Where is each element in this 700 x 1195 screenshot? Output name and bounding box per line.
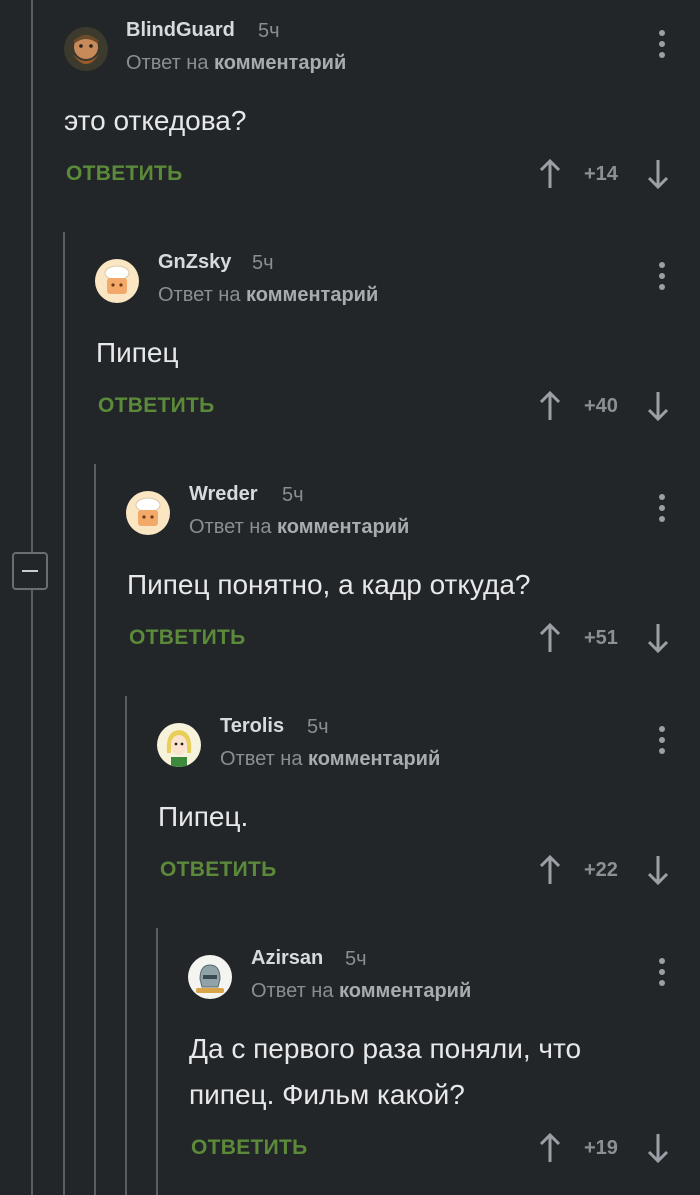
collapse-thread-button[interactable] bbox=[12, 552, 48, 590]
score: +40 bbox=[584, 395, 618, 417]
reply-to-line: Ответ на комментарий bbox=[251, 980, 471, 1003]
reply-to-line: Ответ на комментарий bbox=[220, 748, 440, 771]
more-options-icon[interactable] bbox=[658, 30, 666, 62]
upvote-arrow-icon[interactable] bbox=[538, 158, 562, 190]
username[interactable]: BlindGuard bbox=[126, 19, 235, 42]
comment-text-line-2: пипец. Фильм какой? bbox=[189, 1079, 465, 1110]
avatar[interactable] bbox=[126, 491, 170, 535]
reply-button[interactable]: ОТВЕТИТЬ bbox=[98, 394, 215, 418]
reply-to-line: Ответ на комментарий bbox=[126, 52, 346, 75]
avatar[interactable] bbox=[188, 955, 232, 999]
upvote-arrow-icon[interactable] bbox=[538, 622, 562, 654]
reply-to-link[interactable]: комментарий bbox=[246, 284, 378, 306]
reply-to-link[interactable]: комментарий bbox=[277, 516, 409, 538]
upvote-arrow-icon[interactable] bbox=[538, 854, 562, 886]
reply-to-prefix: Ответ на bbox=[220, 748, 309, 770]
username[interactable]: Azirsan bbox=[251, 947, 323, 970]
timestamp: 5ч bbox=[345, 948, 367, 970]
avatar[interactable] bbox=[64, 27, 108, 71]
comment-azirsan: Azirsan 5ч Ответ на комментарий Да с пер… bbox=[188, 928, 700, 1195]
downvote-arrow-icon[interactable] bbox=[646, 158, 670, 190]
username[interactable]: Wreder bbox=[189, 483, 258, 506]
comment-text: Пипец bbox=[96, 337, 179, 368]
reply-button[interactable]: ОТВЕТИТЬ bbox=[66, 162, 183, 186]
dwarf-avatar-icon bbox=[64, 27, 108, 71]
reply-button[interactable]: ОТВЕТИТЬ bbox=[160, 858, 277, 882]
thread-line-level-2[interactable] bbox=[63, 232, 65, 1195]
blonde-avatar-icon bbox=[157, 723, 201, 767]
reply-button[interactable]: ОТВЕТИТЬ bbox=[129, 626, 246, 650]
username[interactable]: Terolis bbox=[220, 715, 284, 738]
avatar[interactable] bbox=[157, 723, 201, 767]
comment-text: Пипец понятно, а кадр откуда? bbox=[127, 569, 531, 600]
reply-to-link[interactable]: комментарий bbox=[339, 980, 471, 1002]
more-options-icon[interactable] bbox=[658, 494, 666, 526]
comment-terolis: Terolis 5ч Ответ на комментарий Пипец. О… bbox=[157, 696, 700, 928]
comment-blindguard: BlindGuard 5ч Ответ на комментарий это о… bbox=[64, 0, 700, 232]
thread-line-level-4[interactable] bbox=[125, 696, 127, 1195]
reply-to-link[interactable]: комментарий bbox=[214, 52, 346, 74]
score: +14 bbox=[584, 163, 618, 185]
downvote-arrow-icon[interactable] bbox=[646, 1132, 670, 1164]
more-options-icon[interactable] bbox=[658, 262, 666, 294]
comment-wreder: Wreder 5ч Ответ на комментарий Пипец пон… bbox=[126, 464, 700, 696]
upvote-arrow-icon[interactable] bbox=[538, 1132, 562, 1164]
username[interactable]: GnZsky bbox=[158, 251, 231, 274]
avatar[interactable] bbox=[95, 259, 139, 303]
timestamp: 5ч bbox=[258, 20, 280, 42]
downvote-arrow-icon[interactable] bbox=[646, 622, 670, 654]
thread-line-level-3[interactable] bbox=[94, 464, 96, 1195]
reply-to-line: Ответ на комментарий bbox=[158, 284, 378, 307]
timestamp: 5ч bbox=[307, 716, 329, 738]
reply-button[interactable]: ОТВЕТИТЬ bbox=[191, 1136, 308, 1160]
chef-avatar-icon bbox=[126, 491, 170, 535]
score: +22 bbox=[584, 859, 618, 881]
score: +19 bbox=[584, 1137, 618, 1159]
score: +51 bbox=[584, 627, 618, 649]
thread-line-level-1[interactable] bbox=[31, 0, 33, 1195]
reply-to-line: Ответ на комментарий bbox=[189, 516, 409, 539]
downvote-arrow-icon[interactable] bbox=[646, 854, 670, 886]
timestamp: 5ч bbox=[282, 484, 304, 506]
comment-text-line-1: Да с первого раза поняли, что bbox=[189, 1033, 582, 1064]
more-options-icon[interactable] bbox=[658, 958, 666, 990]
comment-text: Пипец. bbox=[158, 801, 249, 832]
reply-to-prefix: Ответ на bbox=[158, 284, 247, 306]
comment-gnzsky: GnZsky 5ч Ответ на комментарий Пипец ОТВ… bbox=[95, 232, 700, 464]
timestamp: 5ч bbox=[252, 252, 274, 274]
chef-avatar-icon bbox=[95, 259, 139, 303]
thread-line-level-5[interactable] bbox=[156, 928, 158, 1195]
comment-text: это откедова? bbox=[64, 105, 247, 136]
downvote-arrow-icon[interactable] bbox=[646, 390, 670, 422]
helmet-avatar-icon bbox=[188, 955, 232, 999]
more-options-icon[interactable] bbox=[658, 726, 666, 758]
upvote-arrow-icon[interactable] bbox=[538, 390, 562, 422]
reply-to-link[interactable]: комментарий bbox=[308, 748, 440, 770]
reply-to-prefix: Ответ на bbox=[126, 52, 215, 74]
reply-to-prefix: Ответ на bbox=[251, 980, 340, 1002]
reply-to-prefix: Ответ на bbox=[189, 516, 278, 538]
